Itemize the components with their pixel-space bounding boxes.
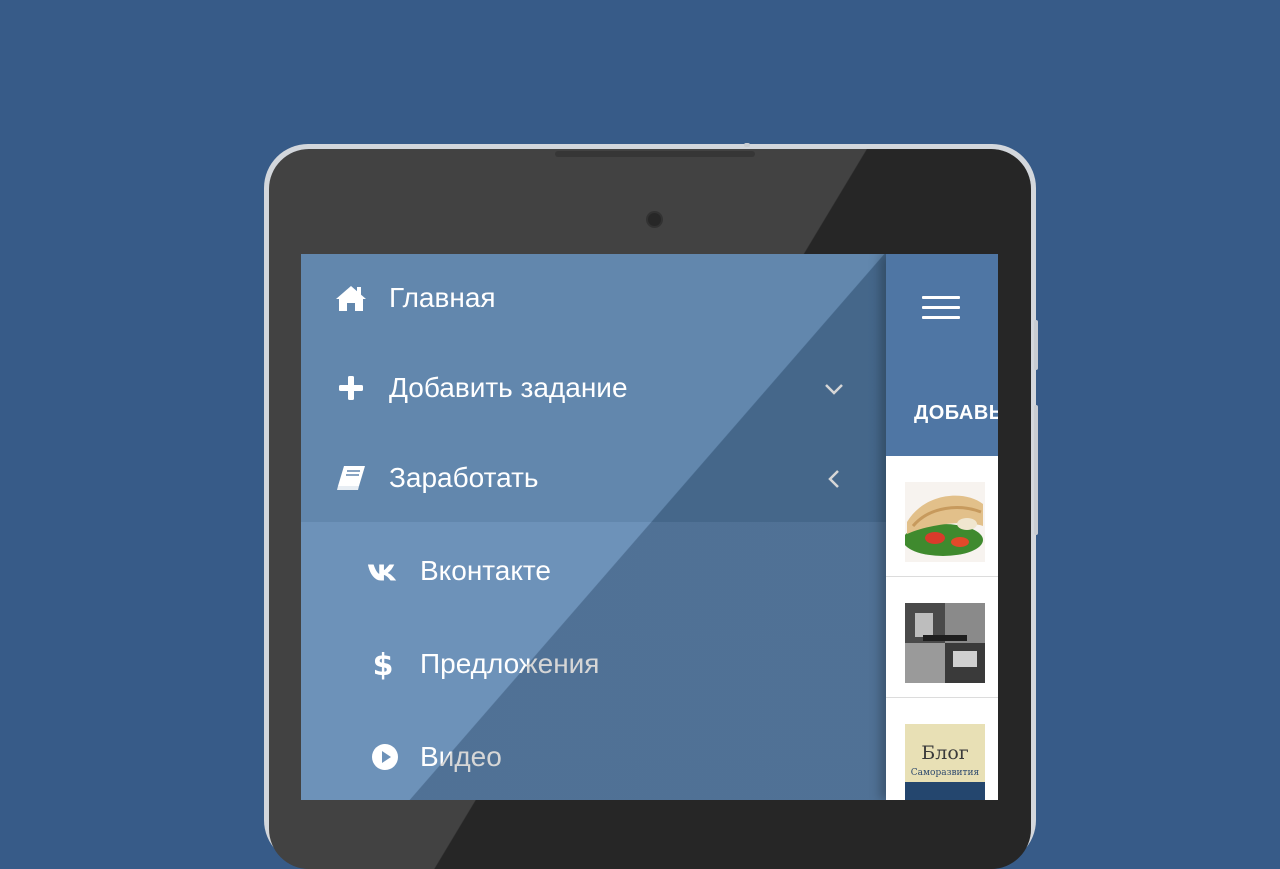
app-content: ДОБАВЬ Блог Саморазвития — [886, 254, 998, 800]
menu-item-label: Предложения — [420, 648, 600, 679]
menu-item-label: Видео — [420, 741, 502, 772]
navigation-drawer: Главная Добавить задание Заработать Вкон… — [301, 254, 886, 800]
list-item[interactable] — [886, 577, 998, 698]
menu-item-label: Вконтакте — [420, 555, 552, 586]
menu-item-offers[interactable]: $ Предложения — [301, 619, 886, 709]
book-icon — [335, 462, 367, 494]
menu-item-label: Добавить задание — [389, 372, 628, 403]
thumbnail-image — [905, 482, 985, 562]
tab-add[interactable]: ДОБАВЬ — [914, 402, 998, 425]
tablet-screen: Главная Добавить задание Заработать Вкон… — [301, 254, 998, 800]
svg-text:$: $ — [373, 648, 393, 681]
thumbnail-skyline — [905, 782, 985, 800]
list-item[interactable]: Блог Саморазвития — [886, 698, 998, 800]
dollar-icon: $ — [367, 648, 399, 681]
list-item[interactable] — [886, 456, 998, 577]
volume-down-button — [1034, 405, 1038, 535]
app-tab-bar: ДОБАВЬ — [886, 348, 998, 456]
menu-item-label: Главная — [389, 282, 496, 313]
thumbnail-title: Блог — [921, 742, 969, 764]
home-icon — [335, 282, 367, 314]
chevron-left-icon[interactable] — [823, 468, 845, 490]
volume-up-button — [1034, 320, 1038, 370]
speaker-slot — [555, 151, 755, 157]
camera-icon — [648, 213, 661, 226]
menu-item-add-task[interactable]: Добавить задание — [301, 344, 886, 434]
menu-item-home[interactable]: Главная — [301, 254, 886, 344]
menu-item-label: Заработать — [389, 462, 539, 493]
thumbnail-image — [905, 603, 985, 683]
menu-item-vk[interactable]: Вконтакте — [301, 526, 886, 616]
app-toolbar — [886, 254, 998, 348]
chevron-down-icon[interactable] — [823, 378, 845, 400]
vk-icon — [367, 556, 399, 588]
plus-icon — [335, 372, 367, 404]
hamburger-menu-icon[interactable] — [922, 296, 960, 322]
power-button — [744, 143, 750, 147]
thumbnail-image: Блог Саморазвития — [905, 724, 985, 800]
menu-item-earn[interactable]: Заработать — [301, 434, 886, 524]
menu-item-video[interactable]: Видео — [301, 712, 886, 800]
thumbnail-subtitle: Саморазвития — [910, 768, 980, 778]
play-circle-icon — [369, 741, 401, 773]
